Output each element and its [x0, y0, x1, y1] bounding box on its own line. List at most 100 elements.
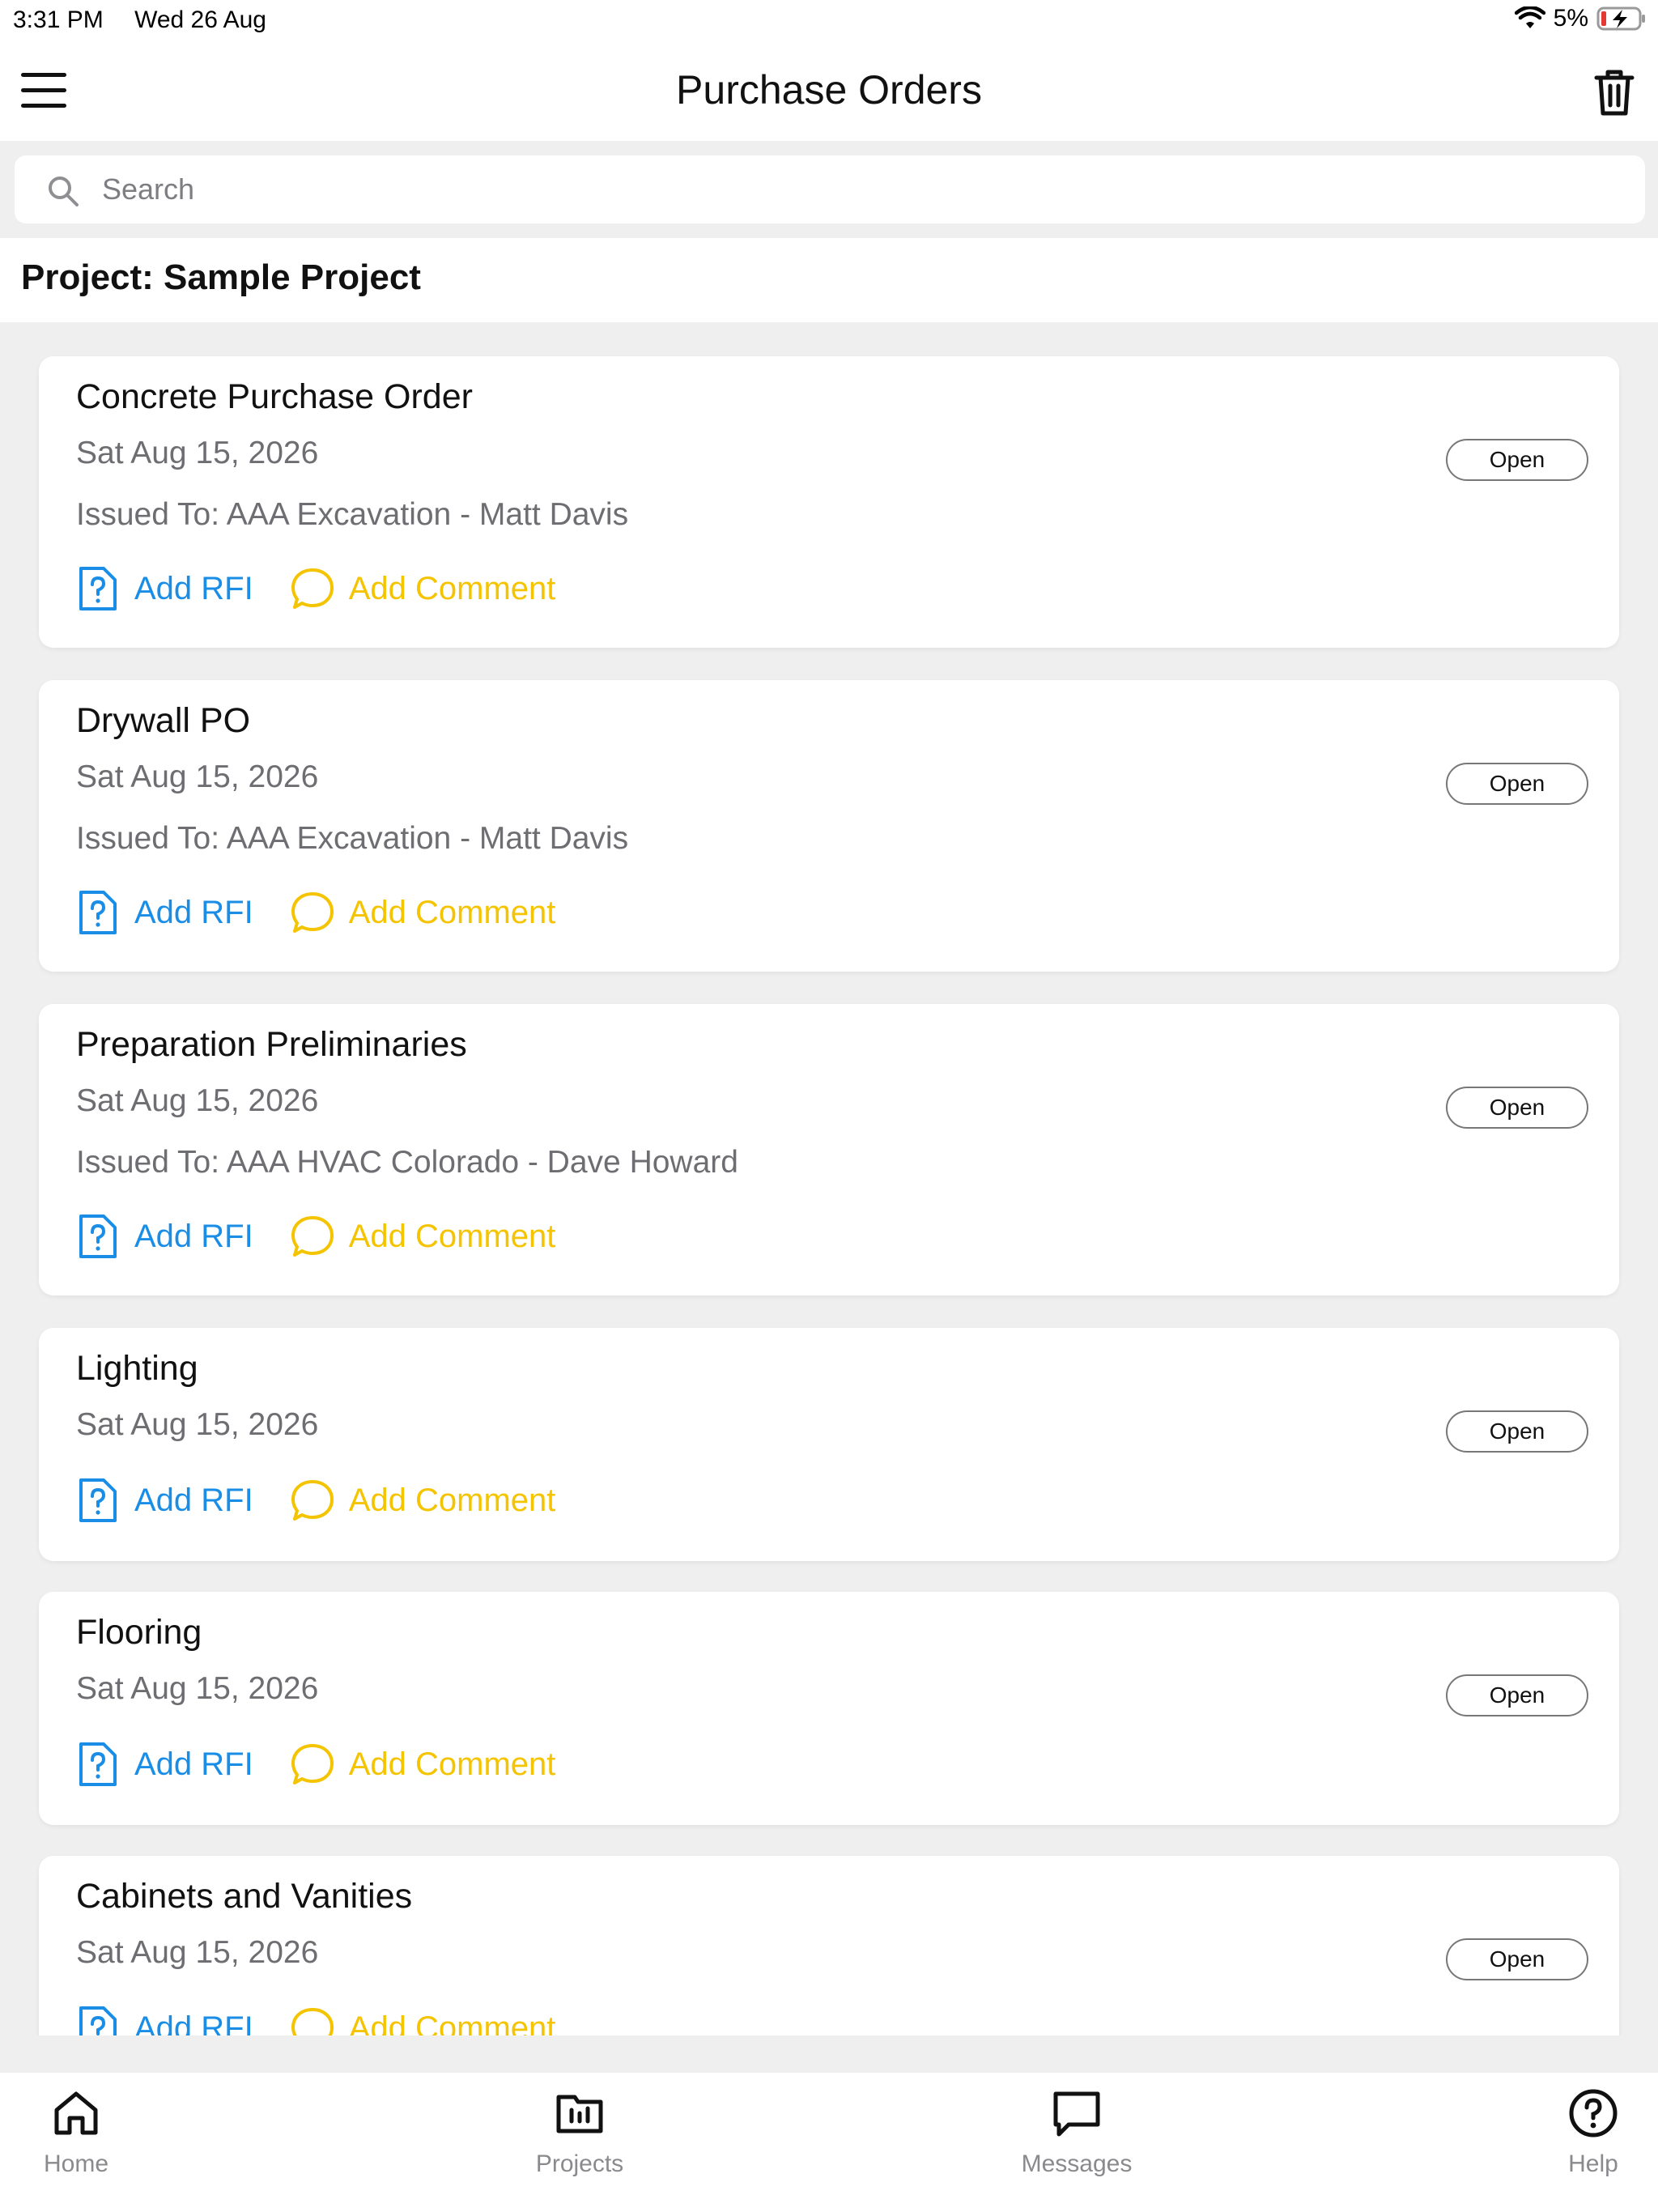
status-badge[interactable]: Open — [1446, 1087, 1588, 1129]
status-date: Wed 26 Aug — [134, 6, 266, 33]
tab-help-label: Help — [1568, 2150, 1618, 2177]
order-title: Lighting — [76, 1349, 198, 1388]
trash-icon[interactable] — [1592, 68, 1637, 117]
add-rfi-label: Add RFI — [134, 1482, 253, 1518]
add-comment-label: Add Comment — [348, 1482, 556, 1518]
tab-messages[interactable]: Messages — [996, 2087, 1158, 2178]
add-rfi-label: Add RFI — [134, 894, 253, 930]
search-icon — [49, 177, 79, 206]
status-badge[interactable]: Open — [1446, 1938, 1588, 1980]
purchase-order-card[interactable]: Drywall PO Sat Aug 15, 2026 Issued To: A… — [39, 680, 1619, 972]
search-box — [15, 155, 1645, 223]
order-date: Sat Aug 15, 2026 — [76, 1407, 319, 1442]
purchase-orders-screen: 3:31 PM Wed 26 Aug 5% Purchase Orders Se… — [0, 0, 1658, 2212]
status-badge[interactable]: Open — [1446, 1410, 1588, 1453]
add-rfi-label: Add RFI — [134, 2010, 253, 2036]
projects-icon — [556, 2095, 603, 2133]
rfi-document-icon — [79, 567, 117, 610]
project-label: Project: Sample Project — [21, 257, 421, 297]
purchase-order-card[interactable]: Preparation Preliminaries Sat Aug 15, 20… — [39, 1004, 1619, 1295]
purchase-order-card[interactable]: Flooring Sat Aug 15, 2026 Open Add RFI A… — [39, 1592, 1619, 1825]
add-rfi-label: Add RFI — [134, 570, 253, 606]
status-bar: 3:31 PM Wed 26 Aug 5% — [0, 0, 1658, 42]
add-comment-label: Add Comment — [348, 570, 556, 606]
purchase-order-list[interactable]: Concrete Purchase Order Sat Aug 15, 2026… — [0, 322, 1658, 2035]
order-date: Sat Aug 15, 2026 — [76, 1671, 319, 1706]
tab-projects-label: Projects — [535, 2150, 624, 2177]
search-area — [0, 141, 1658, 238]
add-rfi-button[interactable]: Add RFI — [76, 1477, 253, 1524]
comment-bubble-icon — [291, 1216, 334, 1257]
tab-home-label: Home — [43, 2150, 109, 2177]
help-icon — [1569, 2089, 1618, 2138]
add-comment-button[interactable]: Add Comment — [291, 565, 556, 612]
order-issued-to: Issued To: AAA Excavation - Matt Davis — [76, 497, 629, 532]
add-comment-button[interactable]: Add Comment — [291, 1213, 556, 1260]
add-comment-label: Add Comment — [348, 1746, 556, 1782]
status-right: 5% — [1514, 5, 1647, 32]
order-date: Sat Aug 15, 2026 — [76, 1083, 319, 1118]
order-issued-to: Issued To: AAA Excavation - Matt Davis — [76, 821, 629, 856]
add-comment-button[interactable]: Add Comment — [291, 1741, 556, 1788]
purchase-order-card[interactable]: Cabinets and Vanities Sat Aug 15, 2026 O… — [39, 1856, 1619, 2035]
add-comment-label: Add Comment — [348, 894, 556, 930]
purchase-order-card[interactable]: Concrete Purchase Order Sat Aug 15, 2026… — [39, 356, 1619, 648]
tab-messages-label: Messages — [1021, 2150, 1133, 2177]
order-issued-to: Issued To: AAA HVAC Colorado - Dave Howa… — [76, 1145, 738, 1180]
add-rfi-label: Add RFI — [134, 1746, 253, 1782]
rfi-document-icon — [79, 1478, 117, 1522]
add-comment-label: Add Comment — [348, 1218, 556, 1254]
rfi-document-icon — [79, 1214, 117, 1258]
order-date: Sat Aug 15, 2026 — [76, 759, 319, 794]
page-title: Purchase Orders — [676, 67, 982, 113]
status-badge[interactable]: Open — [1446, 1674, 1588, 1716]
order-title: Flooring — [76, 1613, 202, 1652]
status-badge[interactable]: Open — [1446, 439, 1588, 481]
tab-help[interactable]: Help — [1512, 2087, 1658, 2178]
order-actions: Add RFI Add Comment — [76, 565, 593, 612]
add-rfi-label: Add RFI — [134, 1218, 253, 1254]
project-bar: Project: Sample Project — [0, 238, 1658, 322]
add-rfi-button[interactable]: Add RFI — [76, 565, 253, 612]
add-rfi-button[interactable]: Add RFI — [76, 889, 253, 936]
bottom-tab-bar: Home Projects Messages Help — [0, 2073, 1658, 2212]
status-badge[interactable]: Open — [1446, 763, 1588, 805]
comment-bubble-icon — [291, 568, 334, 609]
tab-home[interactable]: Home — [0, 2087, 157, 2178]
battery-percent: 5% — [1553, 5, 1588, 32]
add-comment-button[interactable]: Add Comment — [291, 2005, 556, 2036]
messages-icon — [1053, 2091, 1100, 2137]
rfi-document-icon — [79, 891, 117, 934]
order-actions: Add RFI Add Comment — [76, 1741, 593, 1788]
comment-bubble-icon — [291, 1480, 334, 1521]
add-rfi-button[interactable]: Add RFI — [76, 1213, 253, 1260]
add-rfi-button[interactable]: Add RFI — [76, 2005, 253, 2035]
purchase-order-card[interactable]: Lighting Sat Aug 15, 2026 Open Add RFI A… — [39, 1328, 1619, 1561]
tab-projects[interactable]: Projects — [499, 2087, 661, 2178]
home-icon — [54, 2091, 98, 2135]
order-actions: Add RFI Add Comment — [76, 1213, 593, 1260]
add-comment-button[interactable]: Add Comment — [291, 1477, 556, 1524]
add-comment-label: Add Comment — [348, 2010, 556, 2036]
order-actions: Add RFI Add Comment — [76, 2005, 593, 2035]
add-comment-button[interactable]: Add Comment — [291, 889, 556, 936]
status-left: 3:31 PM Wed 26 Aug — [13, 6, 291, 34]
comment-bubble-icon — [291, 892, 334, 933]
order-title: Drywall PO — [76, 701, 251, 740]
comment-bubble-icon — [291, 2008, 334, 2035]
add-rfi-button[interactable]: Add RFI — [76, 1741, 253, 1788]
order-title: Concrete Purchase Order — [76, 377, 473, 416]
order-title: Preparation Preliminaries — [76, 1025, 467, 1064]
order-date: Sat Aug 15, 2026 — [76, 436, 319, 470]
status-time: 3:31 PM — [13, 6, 104, 33]
battery-charging-icon — [1596, 6, 1645, 31]
order-actions: Add RFI Add Comment — [76, 889, 593, 936]
wifi-icon — [1514, 6, 1545, 28]
order-date: Sat Aug 15, 2026 — [76, 1935, 319, 1970]
comment-bubble-icon — [291, 1744, 334, 1784]
nav-header: Purchase Orders — [0, 42, 1658, 141]
search-input[interactable] — [102, 167, 1624, 212]
rfi-document-icon — [79, 2006, 117, 2035]
order-actions: Add RFI Add Comment — [76, 1477, 593, 1524]
rfi-document-icon — [79, 1742, 117, 1786]
